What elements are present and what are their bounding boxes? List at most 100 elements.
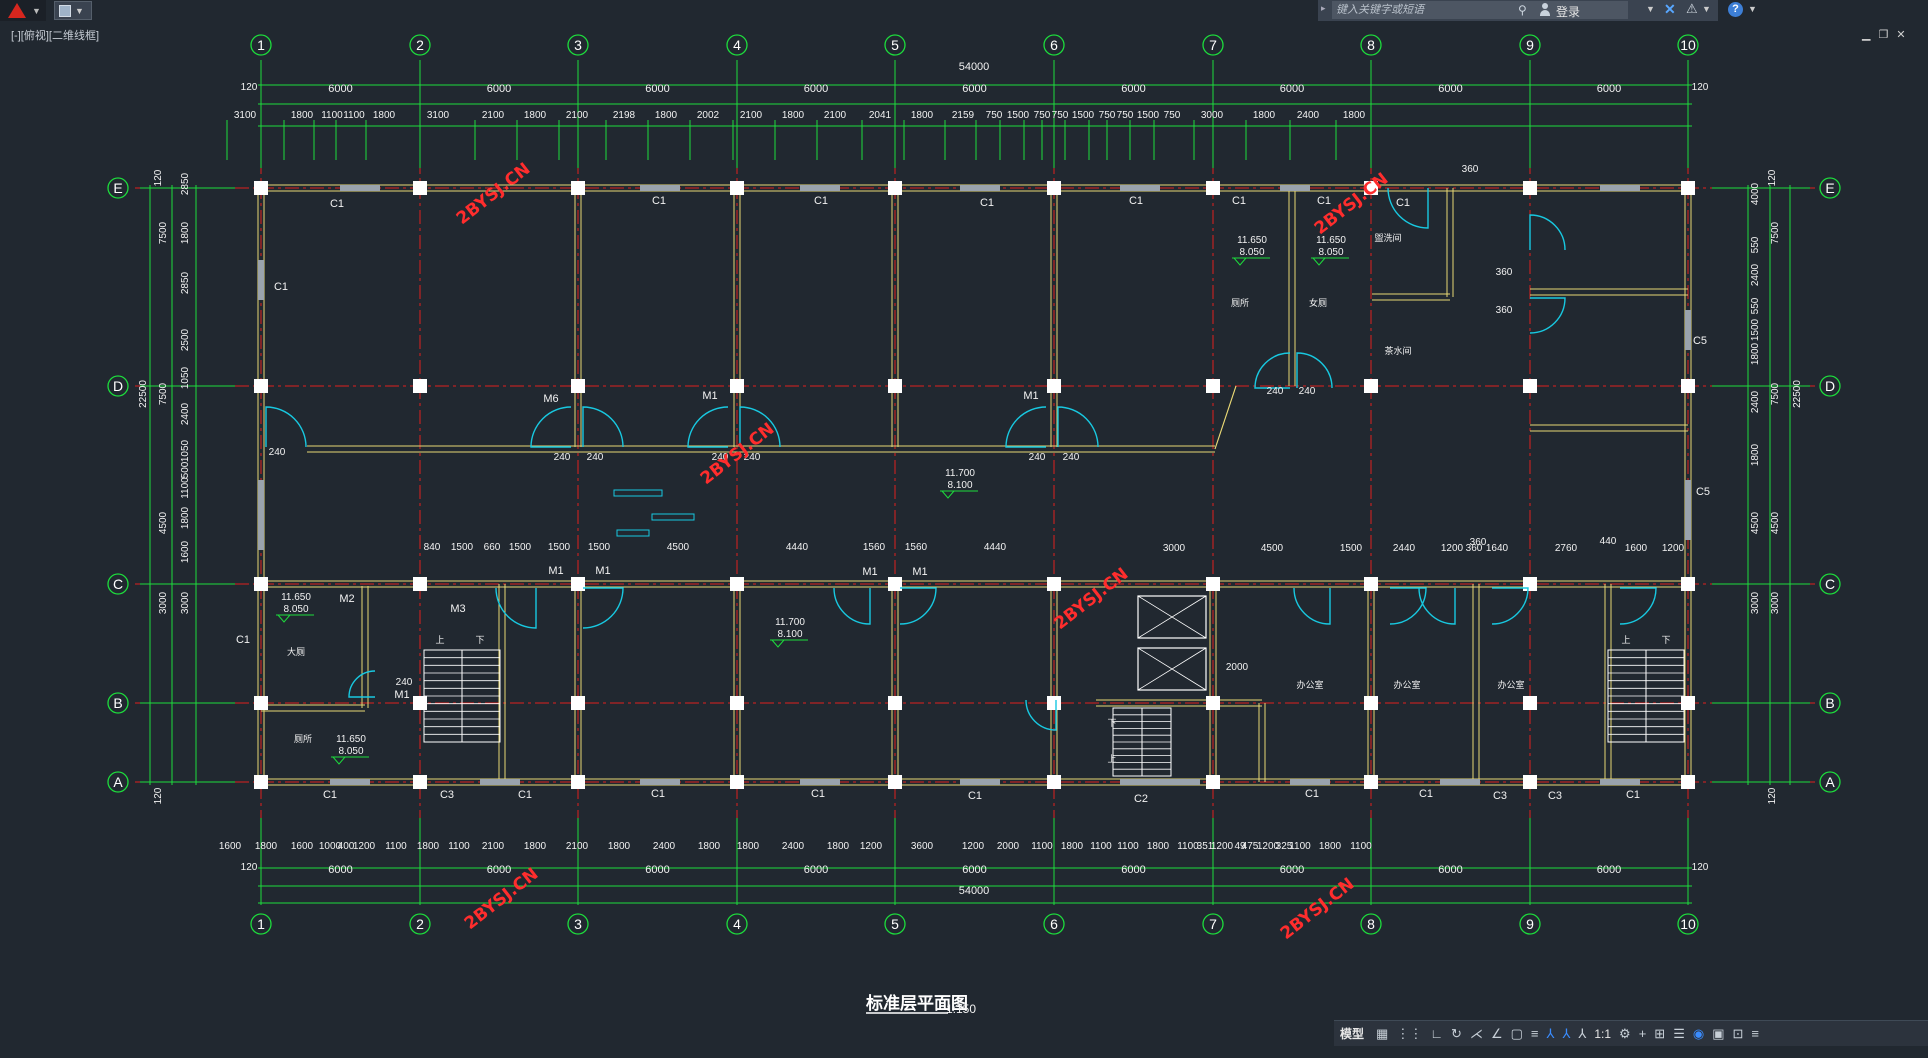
room-name: 厕所 [1231,298,1249,308]
door-dimension: 360 [1496,305,1513,316]
window [1685,480,1691,540]
door-swing [1293,587,1331,625]
clean-screen-icon[interactable]: ⊡ [1733,1026,1744,1042]
room-name: 盥洗间 [1374,232,1401,243]
auto-scale-icon[interactable]: ⅄ [1562,1026,1570,1042]
door-dimension: 240 [1029,452,1046,463]
gear-icon[interactable]: ⚙ [1619,1026,1631,1042]
quick-properties-icon[interactable]: ☰ [1673,1026,1685,1042]
door-swing [1491,587,1529,625]
grid-icon[interactable]: ▦ [1376,1026,1388,1042]
axis-bubble-label: 7 [1209,37,1217,53]
detail-dimension-left: 1050 [180,366,191,389]
hardware-acceleration-icon[interactable]: ▣ [1712,1026,1724,1042]
detail-dimension-bottom: 1600 [219,841,242,852]
window [340,185,380,191]
column [254,379,268,393]
detail-dimension-bottom: 2000 [997,841,1020,852]
isolate-objects-icon[interactable]: ◉ [1693,1026,1704,1042]
annotation-scale-icon[interactable]: ⅄ [1578,1026,1586,1042]
axis-bubble-label: B [1825,695,1834,711]
element-label: M1 [702,390,717,402]
watermark-text: 2BYSJ.CN [1277,874,1359,944]
axis-bubble-label: 6 [1050,37,1058,53]
corridor-dimension: 2760 [1555,543,1578,554]
element-label: M1 [595,565,610,577]
bay-dimension-bottom: 6000 [1597,864,1621,876]
column [254,577,268,591]
snap-tracking-icon[interactable]: ▢ [1511,1026,1523,1042]
element-label: C1 [274,281,288,293]
snap-icon[interactable]: ⋮⋮ [1396,1026,1422,1042]
object-snap-icon[interactable]: ∠ [1491,1026,1503,1042]
floor-plan-drawing[interactable]: 5400054000600060006000600060006000600060… [0,0,1928,1020]
bay-dimension-left: 7500 [158,382,169,405]
stair-direction-label: 下 [475,635,484,645]
window [1280,185,1310,191]
elevation-top: 11.700 [945,468,975,479]
column [413,775,427,789]
detail-dimension-left: 1100 [180,477,191,499]
bay-dimension-top: 6000 [962,83,986,95]
window [1600,779,1640,785]
detail-dimension-top: 1800 [911,110,934,121]
detail-dimension-bottom: 1100 [1289,841,1311,852]
corridor-dimension: 1500 [509,542,532,553]
corridor-step [651,513,695,521]
detail-dimension-bottom: 1800 [698,841,721,852]
column [730,775,744,789]
corridor-dimension: 4440 [786,542,809,553]
detail-dimension-bottom: 2100 [566,841,589,852]
edge-dimension-vertical: 120 [1767,169,1778,186]
element-label: M1 [1023,390,1038,402]
polar-icon[interactable]: ↻ [1451,1026,1462,1042]
detail-dimension-left: 2850 [180,172,191,195]
model-tab[interactable]: 模型 [1340,1025,1364,1042]
detail-dimension-bottom: 1100 [1031,841,1053,852]
element-label: M1 [862,566,877,578]
column [888,577,902,591]
watermark-text: 2BYSJ.CN [1051,564,1133,634]
room-name: 办公室 [1497,679,1524,690]
detail-dimension-right: 4500 [1750,511,1761,534]
detail-dimension-left: 1800 [180,506,191,529]
door-swing [687,406,729,448]
customization-menu-icon[interactable]: ≡ [1751,1026,1759,1041]
detail-dimension-top: 1800 [373,110,396,121]
column [413,379,427,393]
watermark-text: 2BYSJ.CN [453,159,535,229]
annotation-scale-value[interactable]: 1:1 [1594,1027,1611,1041]
detail-dimension-top: 2198 [613,110,636,121]
element-label: C1 [811,788,825,800]
bay-dimension-top: 6000 [645,83,669,95]
column [254,696,268,710]
elevation-bottom: 8.050 [283,604,308,615]
isodraft-icon[interactable]: ⋌ [1470,1026,1483,1042]
detail-dimension-bottom: 3600 [911,841,934,852]
detail-dimension-top: 2041 [869,110,892,121]
detail-dimension-right: 3000 [1750,591,1761,614]
element-label: C3 [440,789,454,801]
detail-dimension-bottom: 2400 [782,841,805,852]
door-swing [495,587,537,629]
detail-dimension-right: 550 [1750,236,1761,253]
ortho-icon[interactable]: ∟ [1430,1026,1443,1041]
bay-dimension-right: 7500 [1770,221,1781,244]
element-label: C1 [651,788,665,800]
detail-dimension-right: 550 [1750,297,1761,314]
detail-dimension-top: 1800 [524,110,547,121]
bay-dimension-right: 3000 [1770,591,1781,614]
lineweight-icon[interactable]: ≡ [1531,1026,1539,1041]
column [888,696,902,710]
corridor-dimension: 660 [484,542,501,553]
bay-dimension-top: 6000 [1438,83,1462,95]
plus-icon[interactable]: + [1639,1026,1647,1041]
window [640,185,680,191]
units-icon[interactable]: ⊞ [1654,1026,1665,1042]
detail-dimension-top: 1500 [1007,110,1030,121]
detail-dimension-top: 1100 [343,110,365,121]
window [1440,779,1480,785]
column [571,696,585,710]
detail-dimension-top: 1800 [1343,110,1366,121]
annotation-visibility-icon[interactable]: ⅄ [1547,1026,1555,1042]
